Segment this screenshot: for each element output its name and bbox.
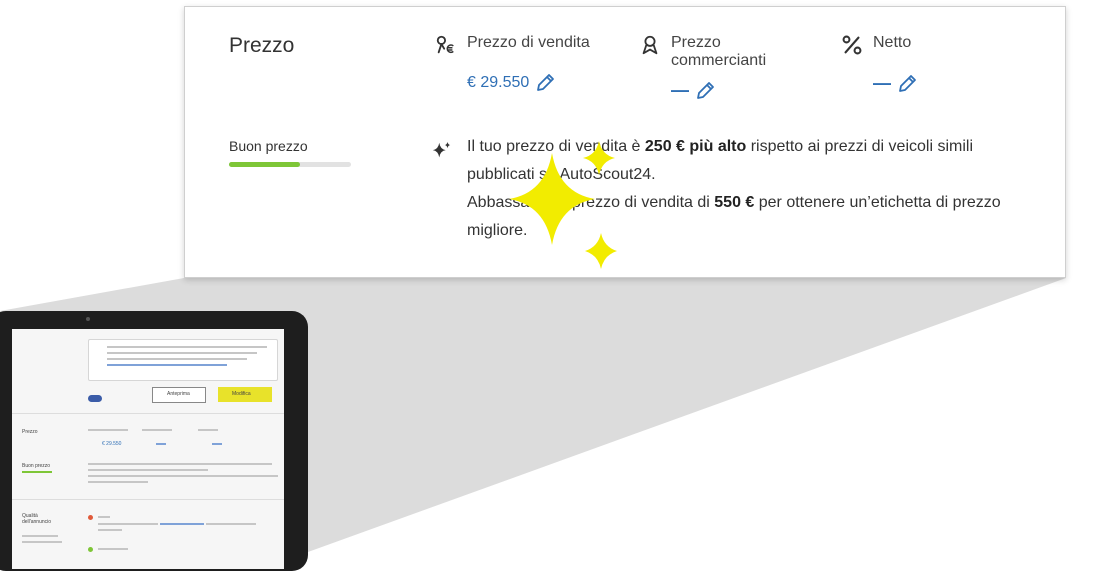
price-rating-bar: [229, 162, 351, 167]
laptop-thumbnail: Anteprima Modifica Prezzo € 29.550 Buon …: [0, 311, 308, 571]
price-rating-label: Buon prezzo: [229, 138, 308, 154]
sale-price-value: € 29.550: [467, 74, 530, 91]
camera-icon: [86, 317, 90, 321]
edit-net-price-icon[interactable]: [897, 74, 917, 94]
laptop-quality-label: Qualità dell'annuncio: [22, 513, 52, 525]
sparkle-stars-icon: [509, 141, 617, 269]
tag-euro-icon: [436, 35, 454, 54]
price-reduction-amount: 550 €: [714, 194, 755, 211]
sale-price-label: Prezzo di vendita: [467, 34, 590, 51]
preview-button[interactable]: Anteprima: [152, 387, 206, 403]
dealer-price-column: Prezzo commercianti —: [639, 34, 766, 101]
edit-button[interactable]: Modifica: [218, 387, 272, 402]
net-price-label: Netto: [873, 34, 912, 51]
dealer-price-value: —: [671, 80, 689, 100]
dealer-badge-icon: [642, 35, 658, 55]
visibility-toggle[interactable]: [88, 395, 102, 402]
percent-icon: [842, 35, 862, 55]
edit-sale-price-icon[interactable]: [535, 73, 555, 93]
sale-price-column: Prezzo di vendita € 29.550: [435, 34, 590, 93]
section-title: Prezzo: [229, 34, 295, 57]
price-card: Prezzo Prezzo di vendita € 29.550 Prezzo: [184, 6, 1066, 278]
info-notice: [88, 339, 278, 381]
price-rating-fill: [229, 162, 300, 167]
laptop-rating-label: Buon prezzo: [22, 463, 51, 469]
edit-dealer-price-icon[interactable]: [695, 81, 715, 101]
laptop-screen: Anteprima Modifica Prezzo € 29.550 Buon …: [12, 329, 284, 569]
ai-sparkle-icon: [432, 141, 451, 158]
price-diff-amount: 250 € più alto: [644, 138, 747, 155]
dealer-price-label: Prezzo commercianti: [671, 34, 767, 69]
laptop-price-value: € 29.550: [102, 441, 122, 447]
net-price-column: Netto —: [841, 34, 917, 94]
net-price-value: —: [873, 73, 891, 93]
laptop-price-title: Prezzo: [22, 429, 38, 435]
